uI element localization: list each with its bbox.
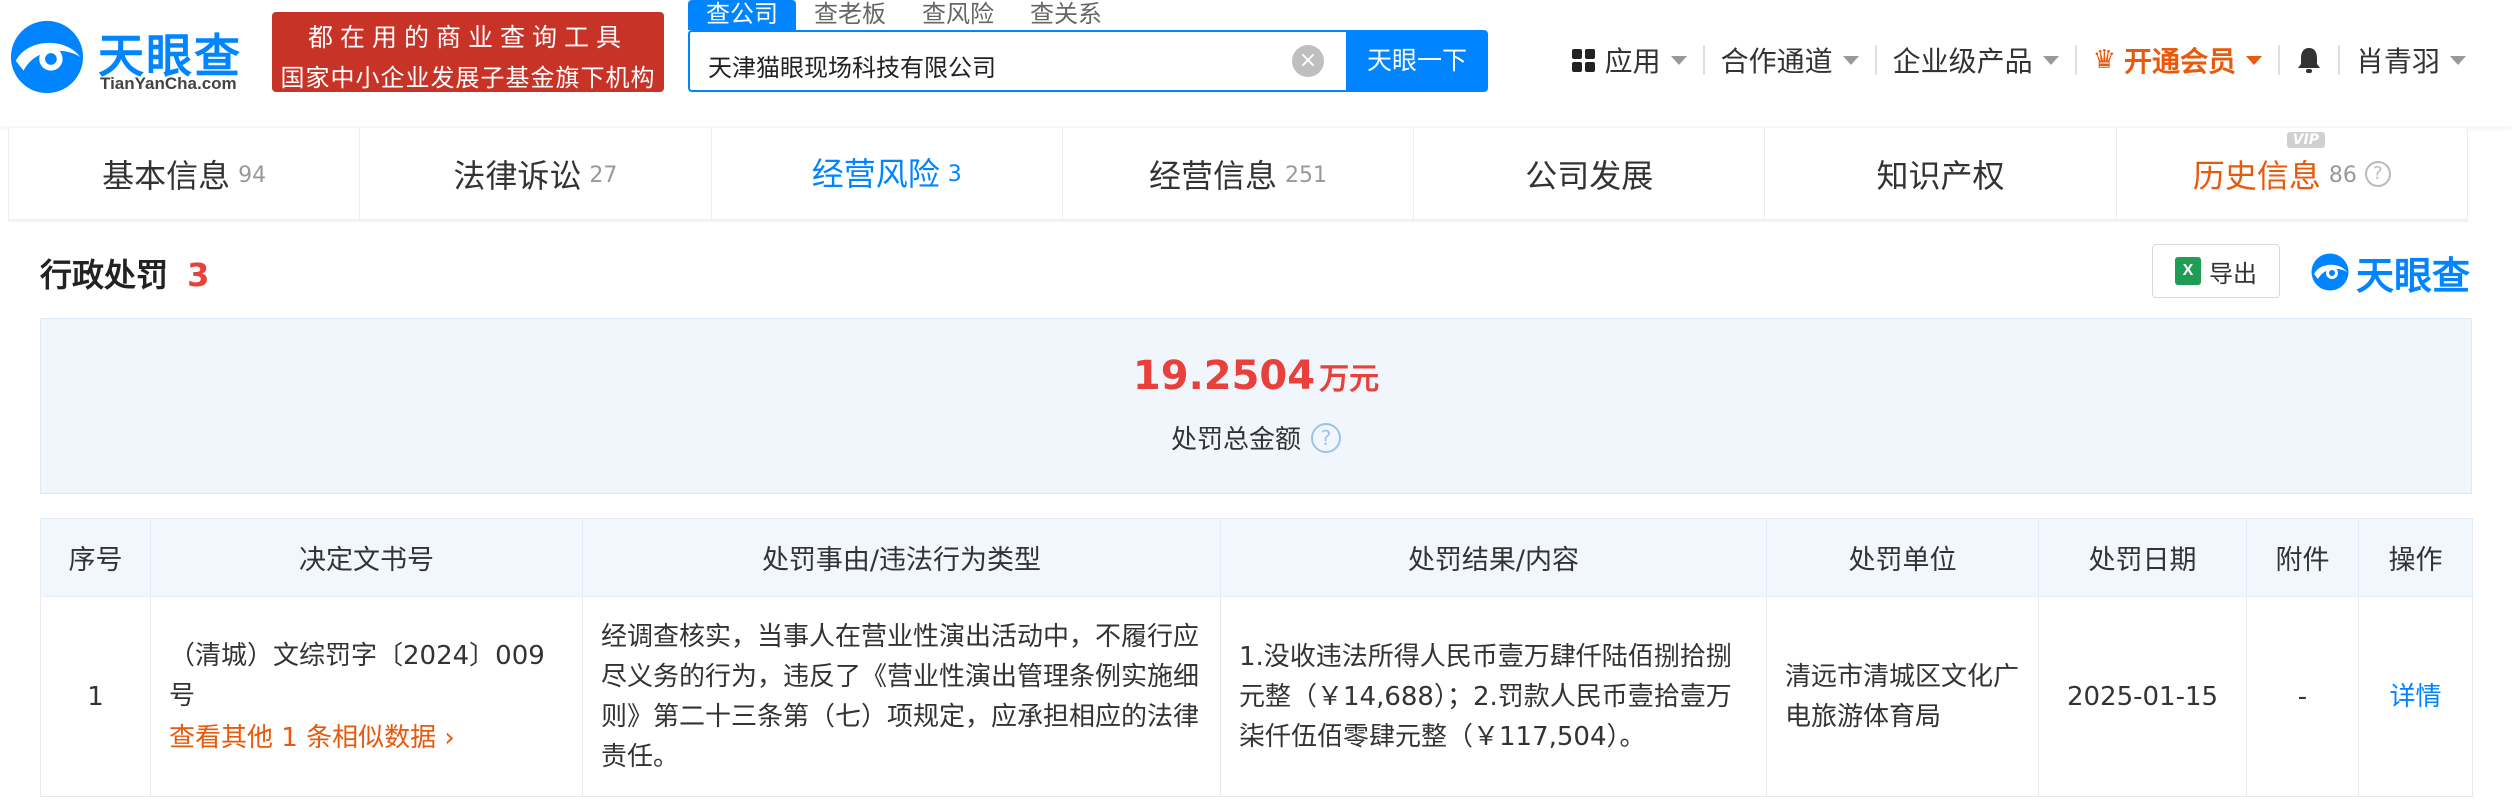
tab-ip[interactable]: 知识产权 (1765, 128, 2117, 219)
tab-label: 公司发展 (1525, 156, 1654, 195)
table-row: 1 （清城）文综罚字〔2024〕009号 查看其他 1 条相似数据 › 经调查核… (40, 596, 2473, 797)
cell-date: 2025-01-15 (2038, 596, 2247, 797)
cell-reason: 经调查核实，当事人在营业性演出活动中，不履行应尽义务的行为，违反了《营业性演出管… (582, 596, 1221, 797)
site-logo[interactable]: 天眼查 TianYanCha.com (8, 14, 268, 94)
total-amount: 19.2504 万元 (41, 353, 2471, 399)
tab-history[interactable]: VIP 历史信息 86 ? (2117, 128, 2467, 219)
search-input-value[interactable]: 天津猫眼现场科技有限公司 (708, 48, 996, 83)
chevron-down-icon (2450, 55, 2466, 65)
tab-label: 知识产权 (1876, 156, 2005, 195)
search-tab-boss[interactable]: 查老板 (796, 0, 904, 30)
clear-icon[interactable]: × (1292, 45, 1324, 77)
tianyancha-eye-logo-icon (10, 20, 84, 94)
col-header-doc-no: 决定文书号 (150, 518, 583, 597)
tab-label: 历史信息 (2192, 156, 2321, 195)
search-tab-relation[interactable]: 查关系 (1012, 0, 1120, 30)
tab-count: 86 (2328, 163, 2357, 188)
tab-development[interactable]: 公司发展 (1414, 128, 1766, 219)
tab-label: 经营信息 (1148, 156, 1277, 195)
brand-text: 天眼查 (2356, 253, 2471, 298)
col-header-attachment: 附件 (2246, 518, 2359, 597)
doc-number: （清城）文综罚字〔2024〕009号 (169, 640, 545, 711)
export-label: 导出 (2209, 259, 2257, 288)
tabs-divider (8, 220, 2468, 222)
tab-count: 3 (947, 161, 962, 187)
similar-data-label: 查看其他 1 条相似数据 (169, 722, 437, 753)
table-header-row: 序号 决定文书号 处罚事由/违法行为类型 处罚结果/内容 处罚单位 处罚日期 附… (40, 518, 2473, 597)
tianyancha-eye-logo-icon (2311, 253, 2349, 291)
cell-index: 1 (40, 596, 151, 797)
search-tab-company[interactable]: 查公司 (688, 0, 796, 30)
tab-count: 27 (589, 163, 618, 188)
nav-enterprise[interactable]: 企业级产品 (1877, 40, 2075, 80)
col-header-index: 序号 (40, 518, 151, 597)
nav-apps-label: 应用 (1604, 45, 1661, 78)
search-type-tabs: 查公司 查老板 查风险 查关系 (688, 0, 1120, 30)
section-count: 3 (187, 256, 210, 294)
nav-vip[interactable]: ♛ 开通会员 (2077, 40, 2278, 80)
crown-icon: ♛ (2092, 45, 2116, 75)
help-icon[interactable]: ? (2364, 160, 2391, 187)
chevron-down-icon (2042, 55, 2059, 65)
promo-slogan: 都在用的商业查询工具 (307, 23, 628, 52)
cell-result: 1.没收违法所得人民币壹万肆仟陆佰捌拾捌元整（￥14,688）；2.罚款人民币壹… (1220, 596, 1767, 797)
cell-doc-no: （清城）文综罚字〔2024〕009号 查看其他 1 条相似数据 › (150, 596, 583, 797)
col-header-authority: 处罚单位 (1766, 518, 2039, 597)
excel-icon: X (2175, 257, 2201, 285)
promo-subtitle: 国家中小企业发展子基金旗下机构 (280, 64, 656, 92)
detail-link[interactable]: 详情 (2389, 682, 2441, 712)
search-tab-risk[interactable]: 查风险 (904, 0, 1012, 30)
col-header-action: 操作 (2358, 518, 2473, 597)
tab-count: 251 (1284, 163, 1327, 188)
col-header-result: 处罚结果/内容 (1220, 518, 1767, 597)
tab-legal[interactable]: 法律诉讼 27 (360, 128, 712, 219)
nav-partners[interactable]: 合作通道 (1705, 40, 1875, 80)
vip-badge: VIP (2286, 132, 2325, 148)
tab-basic-info[interactable]: 基本信息 94 (9, 128, 361, 219)
cell-authority: 清远市清城区文化广电旅游体育局 (1766, 596, 2039, 797)
col-header-reason: 处罚事由/违法行为类型 (582, 518, 1221, 597)
tab-business-risk[interactable]: 经营风险 3 (711, 128, 1063, 219)
tab-count: 94 (238, 163, 267, 188)
nav-vip-label: 开通会员 (2123, 45, 2236, 78)
user-menu[interactable]: 肖青羽 (2340, 40, 2482, 80)
tab-label: 经营风险 (811, 155, 940, 193)
chevron-down-icon (1842, 55, 1859, 65)
search-input[interactable]: 天津猫眼现场科技有限公司 × (688, 30, 1346, 92)
cell-action: 详情 (2358, 596, 2473, 797)
penalty-summary: 19.2504 万元 处罚总金额 ? (40, 318, 2472, 494)
apps-grid-icon (1571, 48, 1595, 72)
total-amount-unit: 万元 (1319, 362, 1380, 397)
chevron-right-icon: › (444, 722, 455, 753)
tab-label: 基本信息 (102, 156, 231, 195)
cell-attachment: - (2246, 596, 2359, 797)
chevron-down-icon (1670, 55, 1687, 65)
notifications[interactable] (2280, 46, 2338, 74)
nav-apps[interactable]: 应用 (1556, 40, 1703, 80)
nav-partners-label: 合作通道 (1720, 45, 1833, 78)
module-tabs: 基本信息 94 法律诉讼 27 经营风险 3 经营信息 251 公司发展 知识产… (8, 128, 2468, 220)
tab-label: 法律诉讼 (453, 156, 582, 195)
header-nav: 应用 合作通道 企业级产品 ♛ 开通会员 肖青羽 (1556, 36, 2482, 84)
bell-icon (2297, 48, 2320, 73)
promo-banner: 都在用的商业查询工具 国家中小企业发展子基金旗下机构 (272, 12, 664, 92)
section-title: 行政处罚 3 (40, 250, 209, 296)
search-button[interactable]: 天眼一下 (1346, 30, 1488, 92)
user-name: 肖青羽 (2355, 45, 2440, 78)
total-amount-value: 19.2504 (1132, 353, 1316, 399)
chevron-down-icon (2245, 55, 2262, 65)
brand-watermark: 天眼查 (2310, 244, 2470, 300)
nav-enterprise-label: 企业级产品 (1892, 45, 2033, 78)
help-icon[interactable]: ? (1311, 422, 1341, 453)
export-button[interactable]: X 导出 (2152, 244, 2280, 298)
penalty-table: 序号 决定文书号 处罚事由/违法行为类型 处罚结果/内容 处罚单位 处罚日期 附… (40, 518, 2473, 797)
logo-domain: TianYanCha.com (100, 74, 237, 93)
top-header: 天眼查 TianYanCha.com 都在用的商业查询工具 国家中小企业发展子基… (0, 0, 2512, 126)
similar-data-link[interactable]: 查看其他 1 条相似数据 › (169, 718, 455, 758)
col-header-date: 处罚日期 (2038, 518, 2247, 597)
total-amount-label-text: 处罚总金额 (1170, 425, 1301, 455)
section-title-text: 行政处罚 (40, 256, 169, 294)
tab-business-info[interactable]: 经营信息 251 (1063, 128, 1415, 219)
total-amount-label: 处罚总金额 ? (41, 419, 2471, 456)
